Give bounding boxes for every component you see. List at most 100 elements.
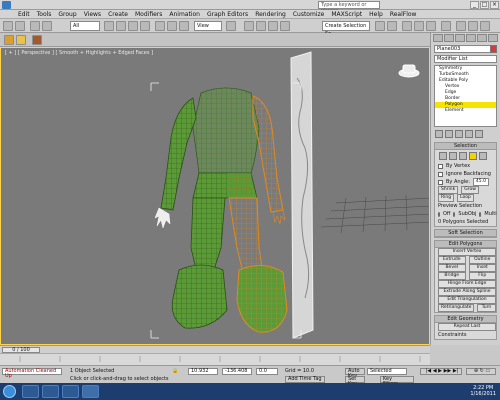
select-object-icon[interactable]: [104, 21, 114, 31]
bridge-button[interactable]: Bridge: [438, 272, 466, 280]
reference-coordinate-dropdown[interactable]: View: [194, 21, 222, 31]
grow-button[interactable]: Grow: [461, 186, 479, 194]
move-icon[interactable]: [155, 21, 165, 31]
remove-modifier-icon[interactable]: [465, 130, 473, 138]
menu-realflow[interactable]: RealFlow: [390, 10, 417, 18]
unlink-icon[interactable]: [42, 21, 52, 31]
ring-button[interactable]: Ring: [438, 194, 455, 202]
maxscript-listener[interactable]: Automation Cleaned Up: [2, 368, 62, 379]
viewport-label[interactable]: [ + ] [ Perspective ] [ Smooth + Highlig…: [5, 50, 153, 56]
preview-subobj-radio[interactable]: [453, 211, 456, 217]
inset-button[interactable]: Inset: [468, 264, 496, 272]
object-color-swatch[interactable]: [490, 45, 497, 53]
turn-button[interactable]: Turn: [477, 304, 496, 312]
menu-maxscript[interactable]: MAXScript: [331, 10, 362, 18]
rendered-frame-icon[interactable]: [468, 21, 478, 31]
lock-icon[interactable]: 🔒: [172, 368, 178, 374]
z-coordinate-field[interactable]: 0.0: [256, 368, 278, 375]
element-mode-icon[interactable]: [479, 152, 487, 160]
menu-create[interactable]: Create: [108, 10, 128, 18]
named-selection-set-input[interactable]: Create Selection Se: [322, 21, 370, 37]
menu-help[interactable]: Help: [369, 10, 383, 18]
taskbar-media-icon[interactable]: [42, 385, 59, 398]
extrude-along-spline-button[interactable]: Extrude Along Spline: [438, 288, 496, 296]
flip-button[interactable]: Flip: [468, 272, 496, 280]
y-coordinate-field[interactable]: -136.408: [222, 368, 252, 375]
close-button[interactable]: ×: [490, 1, 499, 9]
pivot-icon[interactable]: [226, 21, 236, 31]
edit-triangulation-button[interactable]: Edit Triangulation: [438, 296, 496, 304]
hierarchy-tab-icon[interactable]: [455, 34, 465, 42]
modifier-list-dropdown[interactable]: Modifier List: [434, 55, 497, 63]
start-button[interactable]: [3, 385, 16, 398]
make-unique-icon[interactable]: [455, 130, 463, 138]
soft-selection-rollout[interactable]: Soft Selection: [434, 229, 497, 238]
ignore-backfacing-checkbox[interactable]: [438, 171, 443, 177]
create-tab-icon[interactable]: [433, 34, 443, 42]
auto-key-button[interactable]: Auto Key: [345, 368, 365, 379]
redo-icon[interactable]: [15, 21, 25, 31]
playback-controls[interactable]: |◀ ◀ ▶ ▶▶ ▶|: [420, 368, 462, 375]
repeat-last-button[interactable]: Repeat Last: [438, 323, 496, 331]
rollout-title[interactable]: Selection: [435, 143, 496, 150]
hinge-from-edge-button[interactable]: Hinge From Edge: [438, 280, 496, 288]
display-tab-icon[interactable]: [477, 34, 487, 42]
system-clock[interactable]: 2:22 PM 1/16/2011: [470, 385, 496, 397]
insert-vertex-button[interactable]: Insert Vertex: [438, 248, 496, 256]
retriangulate-button[interactable]: Retriangulate: [438, 304, 474, 312]
angle-spinner[interactable]: 45.0: [472, 178, 489, 186]
menu-animation[interactable]: Animation: [169, 10, 200, 18]
outline-button[interactable]: Outline: [468, 256, 496, 264]
polygon-mode-icon[interactable]: [469, 152, 477, 160]
menu-group[interactable]: Group: [58, 10, 76, 18]
rollout-title[interactable]: Edit Polygons: [435, 241, 496, 248]
scale-icon[interactable]: [179, 21, 189, 31]
modify-tab-icon[interactable]: [444, 34, 454, 42]
graphite-tool-icon[interactable]: [16, 35, 26, 45]
rollout-title[interactable]: Edit Geometry: [435, 316, 496, 323]
taskbar-3dsmax-icon[interactable]: [82, 385, 99, 398]
extrude-button[interactable]: Extrude: [438, 256, 466, 264]
menu-rendering[interactable]: Rendering: [255, 10, 286, 18]
configure-sets-icon[interactable]: [475, 130, 483, 138]
menu-tools[interactable]: Tools: [37, 10, 52, 18]
menu-edit[interactable]: Edit: [18, 10, 30, 18]
spinner-snap-icon[interactable]: [280, 21, 290, 31]
undo-icon[interactable]: [3, 21, 13, 31]
bevel-button[interactable]: Bevel: [438, 264, 466, 272]
menu-customize[interactable]: Customize: [293, 10, 325, 18]
layer-manager-icon[interactable]: [402, 21, 412, 31]
loop-button[interactable]: Loop: [457, 194, 474, 202]
link-icon[interactable]: [30, 21, 40, 31]
by-vertex-checkbox[interactable]: [438, 163, 443, 169]
key-mode-dropdown[interactable]: Selected: [367, 368, 407, 375]
selection-filter-dropdown[interactable]: All: [70, 21, 100, 31]
taskbar-explorer-icon[interactable]: [22, 385, 39, 398]
by-angle-checkbox[interactable]: [438, 179, 443, 185]
menu-views[interactable]: Views: [84, 10, 101, 18]
border-mode-icon[interactable]: [459, 152, 467, 160]
select-by-name-icon[interactable]: [116, 21, 126, 31]
ribbon-tool-icon[interactable]: [4, 35, 14, 45]
pin-stack-icon[interactable]: [435, 130, 443, 138]
align-icon[interactable]: [387, 21, 397, 31]
shrink-button[interactable]: Shrink: [438, 186, 459, 194]
rotate-icon[interactable]: [167, 21, 177, 31]
preview-off-radio[interactable]: [438, 211, 440, 217]
add-time-tag-button[interactable]: Add Time Tag: [285, 376, 325, 383]
x-coordinate-field[interactable]: 10.932: [188, 368, 218, 375]
render-setup-icon[interactable]: [456, 21, 466, 31]
taskbar-folder-icon[interactable]: [62, 385, 79, 398]
perspective-viewport[interactable]: [ + ] [ Perspective ] [ Smooth + Highlig…: [0, 47, 430, 345]
navigation-controls[interactable]: ⊕ ↻ ▭: [466, 368, 496, 375]
key-filters-button[interactable]: Key Filters...: [380, 376, 414, 387]
stack-item[interactable]: Element: [435, 108, 496, 114]
app-icon[interactable]: [2, 1, 11, 9]
material-editor-icon[interactable]: [441, 21, 451, 31]
schematic-view-icon[interactable]: [426, 21, 436, 31]
mirror-icon[interactable]: [375, 21, 385, 31]
track-bar[interactable]: [0, 353, 430, 365]
render-icon[interactable]: [480, 21, 490, 31]
show-end-result-icon[interactable]: [445, 130, 453, 138]
curve-editor-icon[interactable]: [414, 21, 424, 31]
